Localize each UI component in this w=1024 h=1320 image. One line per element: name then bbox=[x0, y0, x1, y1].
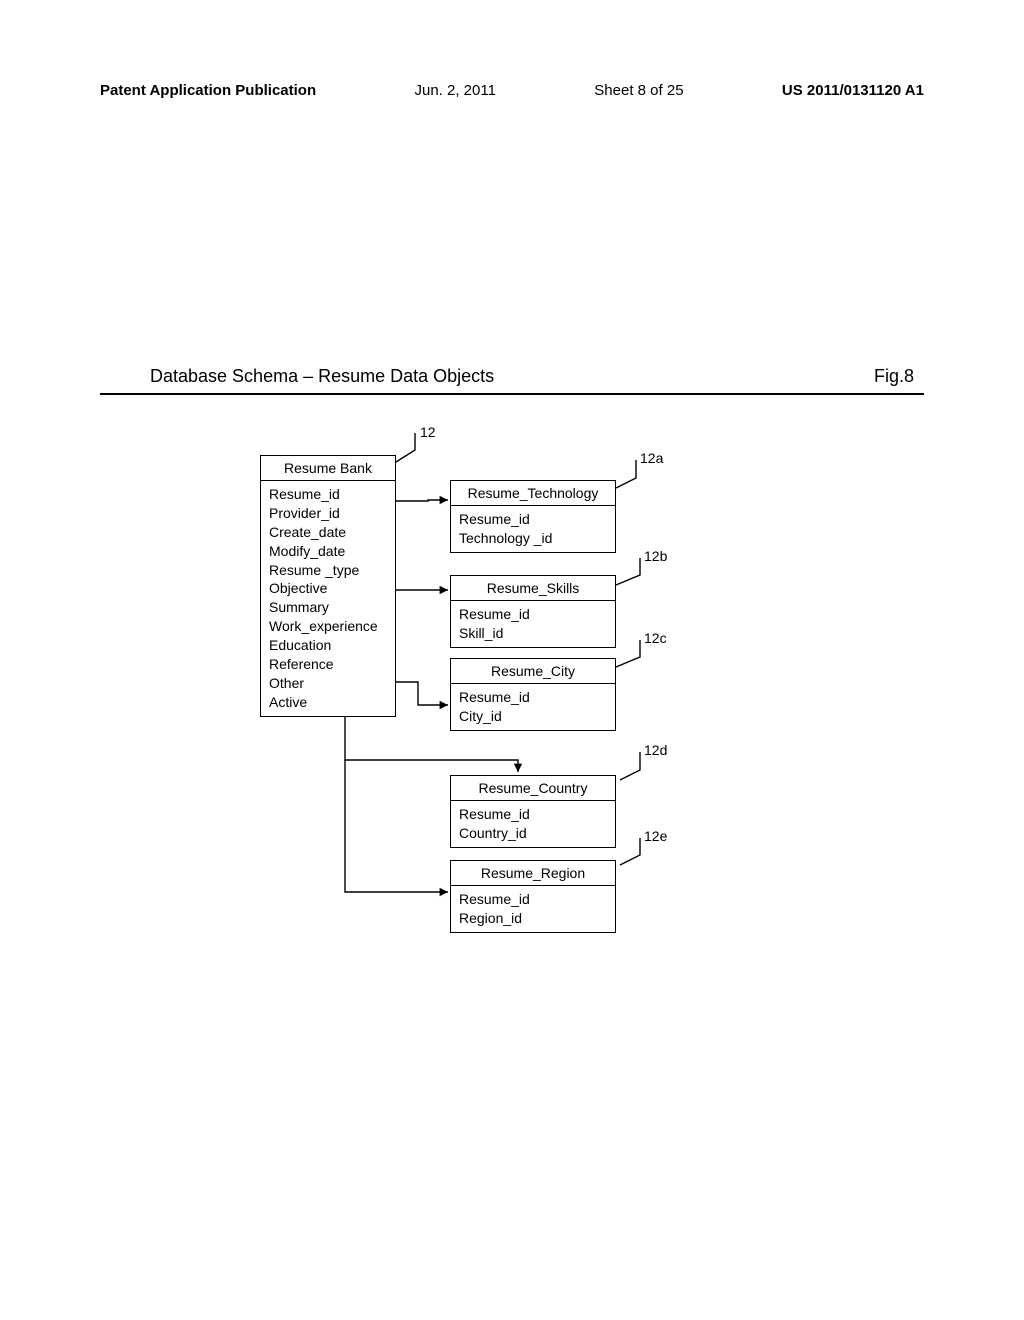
field: Resume _type bbox=[269, 561, 387, 580]
field: Technology _id bbox=[459, 529, 607, 548]
entity-resume-technology-fields: Resume_id Technology _id bbox=[451, 506, 615, 552]
field: Resume_id bbox=[459, 688, 607, 707]
ref-label-12: 12 bbox=[420, 424, 436, 440]
ref-label-12e: 12e bbox=[644, 828, 667, 844]
entity-resume-region-title: Resume_Region bbox=[451, 861, 615, 886]
entity-resume-skills-fields: Resume_id Skill_id bbox=[451, 601, 615, 647]
ref-label-12c: 12c bbox=[644, 630, 667, 646]
ref-label-12d: 12d bbox=[644, 742, 667, 758]
field: Reference bbox=[269, 655, 387, 674]
field: Skill_id bbox=[459, 624, 607, 643]
entity-resume-bank: Resume Bank Resume_id Provider_id Create… bbox=[260, 455, 396, 717]
entity-resume-country: Resume_Country Resume_id Country_id bbox=[450, 775, 616, 848]
header-date: Jun. 2, 2011 bbox=[414, 82, 495, 99]
entity-resume-technology-title: Resume_Technology bbox=[451, 481, 615, 506]
entity-resume-region-fields: Resume_id Region_id bbox=[451, 886, 615, 932]
field: Country_id bbox=[459, 824, 607, 843]
header-publication: Patent Application Publication bbox=[100, 82, 316, 99]
field: Objective bbox=[269, 579, 387, 598]
entity-resume-bank-fields: Resume_id Provider_id Create_date Modify… bbox=[261, 481, 395, 716]
field: Resume_id bbox=[459, 890, 607, 909]
field: Resume_id bbox=[269, 485, 387, 504]
header-patent-number: US 2011/0131120 A1 bbox=[782, 82, 924, 99]
ref-label-12a: 12a bbox=[640, 450, 663, 466]
field: Resume_id bbox=[459, 510, 607, 529]
ref-label-12b: 12b bbox=[644, 548, 667, 564]
field: Education bbox=[269, 636, 387, 655]
diagram-title-row: Database Schema – Resume Data Objects Fi… bbox=[100, 366, 924, 395]
field: Create_date bbox=[269, 523, 387, 542]
header-sheet: Sheet 8 of 25 bbox=[594, 82, 683, 99]
field: Work_experience bbox=[269, 617, 387, 636]
entity-resume-skills-title: Resume_Skills bbox=[451, 576, 615, 601]
entity-resume-city-fields: Resume_id City_id bbox=[451, 684, 615, 730]
entity-resume-city-title: Resume_City bbox=[451, 659, 615, 684]
entity-resume-city: Resume_City Resume_id City_id bbox=[450, 658, 616, 731]
entity-resume-bank-title: Resume Bank bbox=[261, 456, 395, 481]
field: Provider_id bbox=[269, 504, 387, 523]
diagram-title: Database Schema – Resume Data Objects bbox=[100, 366, 494, 387]
field: Summary bbox=[269, 598, 387, 617]
page-header: Patent Application Publication Jun. 2, 2… bbox=[100, 82, 924, 99]
entity-resume-country-fields: Resume_id Country_id bbox=[451, 801, 615, 847]
field: City_id bbox=[459, 707, 607, 726]
field: Other bbox=[269, 674, 387, 693]
entity-resume-technology: Resume_Technology Resume_id Technology _… bbox=[450, 480, 616, 553]
field: Active bbox=[269, 693, 387, 712]
field: Resume_id bbox=[459, 805, 607, 824]
field: Region_id bbox=[459, 909, 607, 928]
field: Modify_date bbox=[269, 542, 387, 561]
entity-resume-region: Resume_Region Resume_id Region_id bbox=[450, 860, 616, 933]
entity-resume-skills: Resume_Skills Resume_id Skill_id bbox=[450, 575, 616, 648]
figure-number: Fig.8 bbox=[874, 366, 924, 387]
diagram-canvas: Resume Bank Resume_id Provider_id Create… bbox=[100, 420, 924, 980]
field: Resume_id bbox=[459, 605, 607, 624]
entity-resume-country-title: Resume_Country bbox=[451, 776, 615, 801]
